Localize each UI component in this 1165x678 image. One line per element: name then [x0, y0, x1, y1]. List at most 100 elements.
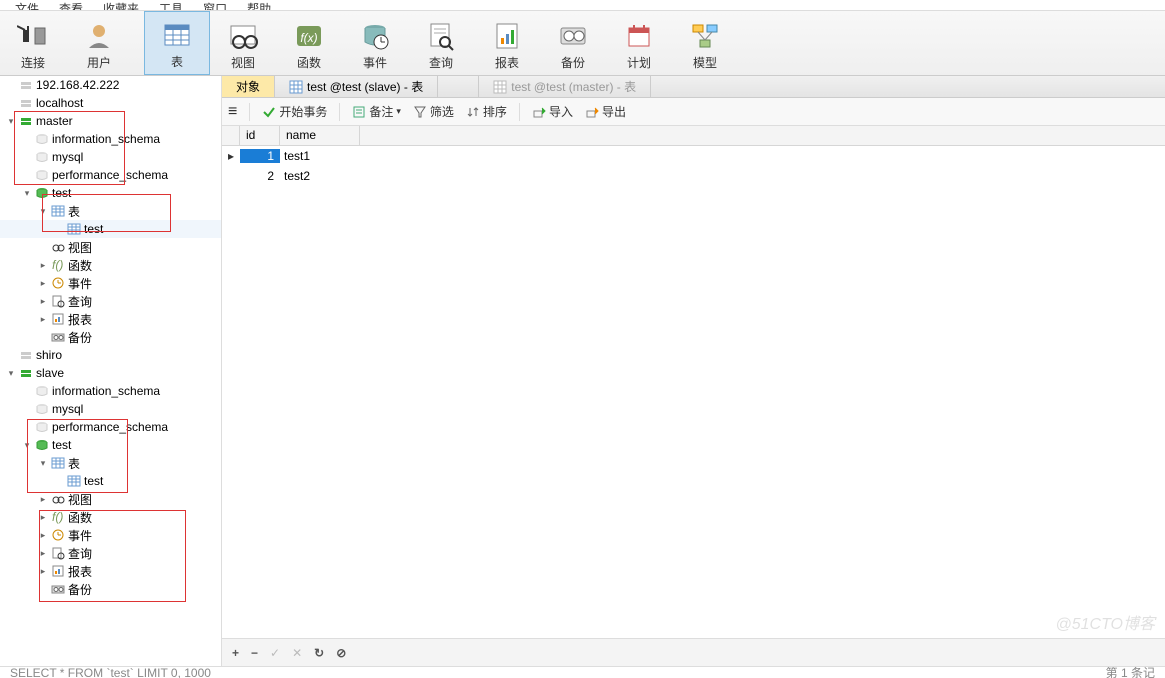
- tree-备份[interactable]: 备份: [0, 328, 221, 346]
- toolbar-view[interactable]: 视图: [210, 11, 276, 75]
- export-icon: [585, 105, 599, 119]
- tree-查询[interactable]: ▸查询: [0, 292, 221, 310]
- tree-192.168.42.222[interactable]: 192.168.42.222: [0, 76, 221, 94]
- toolbar-user[interactable]: 用户: [66, 11, 132, 75]
- tree-shiro[interactable]: shiro: [0, 346, 221, 364]
- model-icon: [689, 20, 721, 52]
- tree-slave[interactable]: ▾slave: [0, 364, 221, 382]
- tree-表[interactable]: ▾表: [0, 202, 221, 220]
- menu-fav[interactable]: 收藏夹: [103, 0, 139, 10]
- toolbar-event[interactable]: 事件: [342, 11, 408, 75]
- stop-button[interactable]: ⊘: [336, 646, 346, 660]
- db-on-icon: [34, 437, 50, 453]
- toolbar-model[interactable]: 模型: [672, 11, 738, 75]
- tree-视图[interactable]: ▸视图: [0, 490, 221, 508]
- main-toolbar: 连接用户表视图f(x)函数事件查询报表备份计划模型: [0, 10, 1165, 76]
- connection-tree[interactable]: 192.168.42.222localhost▾masterinformatio…: [0, 76, 222, 666]
- tree-表[interactable]: ▾表: [0, 454, 221, 472]
- filter-icon: [413, 105, 427, 119]
- report-icon: [491, 20, 523, 52]
- tree-报表[interactable]: ▸报表: [0, 310, 221, 328]
- db-off-icon: [34, 383, 50, 399]
- tree-localhost[interactable]: localhost: [0, 94, 221, 112]
- memo-button[interactable]: 备注 ▾: [352, 103, 401, 120]
- toolbar-report[interactable]: 报表: [474, 11, 540, 75]
- delete-row-button[interactable]: −: [251, 646, 258, 660]
- tbl-icon: [50, 203, 66, 219]
- query-icon: [50, 293, 66, 309]
- menu-bar: 文件 查看 收藏夹 工具 窗口 帮助: [0, 0, 1165, 10]
- tree-报表[interactable]: ▸报表: [0, 562, 221, 580]
- tab-master-table[interactable]: test @test (master) - 表: [478, 76, 651, 97]
- toolbar-query[interactable]: 查询: [408, 11, 474, 75]
- table-toolbar: ≡ 开始事务 备注 ▾ 筛选 排序 导入: [222, 98, 1165, 126]
- db-off-icon: [34, 419, 50, 435]
- tab-objects[interactable]: 对象: [222, 76, 275, 97]
- apply-button[interactable]: ✓: [270, 646, 280, 660]
- svg-text:f(): f(): [52, 510, 63, 524]
- toolbar-backup[interactable]: 备份: [540, 11, 606, 75]
- tree-test[interactable]: test: [0, 472, 221, 490]
- menu-help[interactable]: 帮助: [247, 0, 271, 10]
- tbl-icon: [50, 455, 66, 471]
- begin-transaction-button[interactable]: 开始事务: [262, 103, 327, 120]
- sort-button[interactable]: 排序: [466, 103, 507, 120]
- table-icon: [289, 80, 303, 94]
- content-area: 对象 test @test (slave) - 表 test @test (ma…: [222, 76, 1165, 666]
- fx-icon: f(): [50, 509, 66, 525]
- tree-事件[interactable]: ▸事件: [0, 526, 221, 544]
- toolbar-schedule[interactable]: 计划: [606, 11, 672, 75]
- tree-mysql[interactable]: mysql: [0, 400, 221, 418]
- tree-test[interactable]: test: [0, 220, 221, 238]
- data-grid[interactable]: id name ▸1test12test2: [222, 126, 1165, 638]
- event-icon: [359, 20, 391, 52]
- tree-视图[interactable]: 视图: [0, 238, 221, 256]
- tree-函数[interactable]: ▸f()函数: [0, 256, 221, 274]
- tree-函数[interactable]: ▸f()函数: [0, 508, 221, 526]
- menu-view[interactable]: 查看: [59, 0, 83, 10]
- tree-事件[interactable]: ▸事件: [0, 274, 221, 292]
- status-sql: SELECT * FROM `test` LIMIT 0, 1000: [10, 666, 211, 678]
- tree-test[interactable]: ▾test: [0, 436, 221, 454]
- import-button[interactable]: 导入: [532, 103, 573, 120]
- query-icon: [425, 20, 457, 52]
- conn-off-icon: [18, 347, 34, 363]
- tree-test[interactable]: ▾test: [0, 184, 221, 202]
- add-row-button[interactable]: +: [232, 646, 239, 660]
- tab-slave-table[interactable]: test @test (slave) - 表: [275, 76, 438, 97]
- status-record: 第 1 条记: [1106, 666, 1155, 678]
- cancel-button[interactable]: ✕: [292, 646, 302, 660]
- menu-button[interactable]: ≡: [228, 103, 237, 121]
- status-bar: SELECT * FROM `test` LIMIT 0, 1000 第 1 条…: [0, 666, 1165, 678]
- grid-row[interactable]: 2test2: [222, 166, 1165, 186]
- fx-icon: f(): [50, 257, 66, 273]
- menu-window[interactable]: 窗口: [203, 0, 227, 10]
- grid-row[interactable]: ▸1test1: [222, 146, 1165, 166]
- backup-icon: [557, 20, 589, 52]
- export-button[interactable]: 导出: [585, 103, 626, 120]
- filter-button[interactable]: 筛选: [413, 103, 454, 120]
- toolbar-table[interactable]: 表: [144, 11, 210, 75]
- tree-mysql[interactable]: mysql: [0, 148, 221, 166]
- tree-备份[interactable]: 备份: [0, 580, 221, 598]
- refresh-button[interactable]: ↻: [314, 646, 324, 660]
- backup-icon: [50, 581, 66, 597]
- toolbar-plug[interactable]: 连接: [0, 11, 66, 75]
- menu-file[interactable]: 文件: [15, 0, 39, 10]
- tree-performance_schema[interactable]: performance_schema: [0, 166, 221, 184]
- svg-text:f(x): f(x): [300, 31, 317, 45]
- grid-nav-toolbar: + − ✓ ✕ ↻ ⊘: [222, 638, 1165, 666]
- schedule-icon: [623, 20, 655, 52]
- db-off-icon: [34, 401, 50, 417]
- tree-master[interactable]: ▾master: [0, 112, 221, 130]
- tree-查询[interactable]: ▸查询: [0, 544, 221, 562]
- tree-information_schema[interactable]: information_schema: [0, 382, 221, 400]
- menu-tool[interactable]: 工具: [159, 0, 183, 10]
- plug-icon: [17, 20, 49, 52]
- col-id[interactable]: id: [240, 126, 280, 145]
- memo-icon: [352, 105, 366, 119]
- tree-information_schema[interactable]: information_schema: [0, 130, 221, 148]
- toolbar-fx[interactable]: f(x)函数: [276, 11, 342, 75]
- col-name[interactable]: name: [280, 126, 360, 145]
- tree-performance_schema[interactable]: performance_schema: [0, 418, 221, 436]
